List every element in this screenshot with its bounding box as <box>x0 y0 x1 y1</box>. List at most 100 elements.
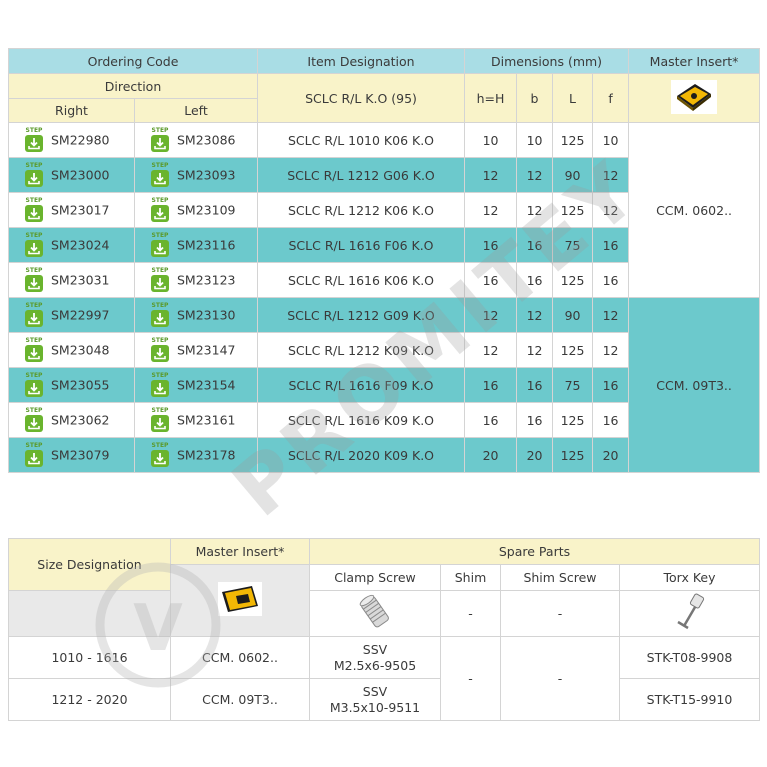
shim-header: Shim <box>440 564 501 591</box>
dim-h: 12 <box>464 332 518 368</box>
dim-f: 10 <box>592 122 630 158</box>
clamp-screw-icon <box>359 594 389 628</box>
ordering-code-right[interactable]: SM23062 <box>51 413 109 428</box>
ordering-code-right[interactable]: SM23024 <box>51 238 109 253</box>
dim-l: 125 <box>552 332 594 368</box>
ordering-code-right[interactable]: SM23000 <box>51 168 109 183</box>
dim-h: 16 <box>464 402 518 438</box>
ordering-code-right[interactable]: SM23079 <box>51 448 109 463</box>
step-label: STEP <box>151 267 169 274</box>
dim-l-header: L <box>552 73 594 123</box>
master-insert-image-cell-2 <box>170 564 310 637</box>
dim-f-header: f <box>592 73 630 123</box>
dim-h: 16 <box>464 227 518 263</box>
left-header: Left <box>133 98 259 123</box>
shim-screw-header: Shim Screw <box>500 564 620 591</box>
step-label: STEP <box>151 337 169 344</box>
step-label: STEP <box>25 337 43 344</box>
size-row-1: 1010 - 1616 <box>8 636 171 679</box>
step-download-icon[interactable]: STEP <box>23 407 45 433</box>
insert-icon <box>218 582 262 616</box>
step-download-icon[interactable]: STEP <box>149 302 171 328</box>
download-icon <box>25 380 43 397</box>
code-left-cell: STEP SM23123 <box>133 262 259 298</box>
master-insert-group: CCM. 0602.. <box>628 122 761 298</box>
torx-row-2: STK-T15-9910 <box>619 678 760 721</box>
download-icon <box>151 205 169 222</box>
size-row-2: 1212 - 2020 <box>8 678 171 721</box>
ordering-code-right[interactable]: SM22980 <box>51 133 109 148</box>
step-download-icon[interactable]: STEP <box>149 162 171 188</box>
item-designation: SCLC R/L 1616 K09 K.O <box>257 402 466 438</box>
dim-l: 125 <box>552 437 594 473</box>
code-left-cell: STEP SM23154 <box>133 367 259 403</box>
download-icon <box>151 415 169 432</box>
step-download-icon[interactable]: STEP <box>23 232 45 258</box>
step-download-icon[interactable]: STEP <box>149 267 171 293</box>
ordering-code-right[interactable]: SM23017 <box>51 203 109 218</box>
right-header: Right <box>8 98 135 123</box>
step-download-icon[interactable]: STEP <box>149 127 171 153</box>
dimensions-header: Dimensions (mm) <box>464 48 630 74</box>
download-icon <box>151 380 169 397</box>
step-label: STEP <box>25 127 43 134</box>
dim-h-header: h=H <box>464 73 518 123</box>
ordering-code-left[interactable]: SM23130 <box>177 308 235 323</box>
dim-h: 16 <box>464 262 518 298</box>
download-icon <box>151 135 169 152</box>
torx-key-icon <box>676 593 704 630</box>
dim-b: 10 <box>516 122 554 158</box>
download-icon <box>25 345 43 362</box>
step-download-icon[interactable]: STEP <box>23 127 45 153</box>
dim-b: 12 <box>516 332 554 368</box>
download-icon <box>25 450 43 467</box>
ordering-code-right[interactable]: SM23048 <box>51 343 109 358</box>
item-designation: SCLC R/L 1212 G09 K.O <box>257 297 466 333</box>
step-label: STEP <box>151 442 169 449</box>
step-download-icon[interactable]: STEP <box>149 407 171 433</box>
dim-f: 16 <box>592 262 630 298</box>
step-download-icon[interactable]: STEP <box>149 197 171 223</box>
ordering-code-left[interactable]: SM23109 <box>177 203 235 218</box>
step-download-icon[interactable]: STEP <box>23 302 45 328</box>
ordering-code-left[interactable]: SM23093 <box>177 168 235 183</box>
dim-b: 12 <box>516 157 554 193</box>
ordering-code-right[interactable]: SM23055 <box>51 378 109 393</box>
dim-b: 12 <box>516 297 554 333</box>
ordering-code-left[interactable]: SM23161 <box>177 413 235 428</box>
ordering-code-left[interactable]: SM23154 <box>177 378 235 393</box>
step-download-icon[interactable]: STEP <box>149 337 171 363</box>
step-download-icon[interactable]: STEP <box>23 267 45 293</box>
dim-b-header: b <box>516 73 554 123</box>
ordering-code-left[interactable]: SM23123 <box>177 273 235 288</box>
code-left-cell: STEP SM23178 <box>133 437 259 473</box>
step-download-icon[interactable]: STEP <box>23 337 45 363</box>
step-download-icon[interactable]: STEP <box>149 232 171 258</box>
dim-h: 12 <box>464 157 518 193</box>
step-download-icon[interactable]: STEP <box>23 197 45 223</box>
dim-f: 12 <box>592 157 630 193</box>
step-download-icon[interactable]: STEP <box>23 372 45 398</box>
code-right-cell: STEP SM22997 <box>8 297 135 333</box>
code-right-cell: STEP SM23024 <box>8 227 135 263</box>
tool-holder-table: Ordering Code Item Designation Dimension… <box>7 48 761 473</box>
step-label: STEP <box>151 372 169 379</box>
dim-b: 20 <box>516 437 554 473</box>
ordering-code-left[interactable]: SM23178 <box>177 448 235 463</box>
step-label: STEP <box>25 407 43 414</box>
dim-f: 12 <box>592 192 630 228</box>
ordering-code-left[interactable]: SM23116 <box>177 238 235 253</box>
master-insert-header-2: Master Insert* <box>170 538 310 565</box>
step-download-icon[interactable]: STEP <box>23 162 45 188</box>
step-download-icon[interactable]: STEP <box>149 372 171 398</box>
ordering-code-left[interactable]: SM23086 <box>177 133 235 148</box>
ordering-code-left[interactable]: SM23147 <box>177 343 235 358</box>
spare-parts-header: Spare Parts <box>309 538 760 565</box>
dim-h: 16 <box>464 367 518 403</box>
dim-l: 125 <box>552 122 594 158</box>
step-download-icon[interactable]: STEP <box>23 442 45 468</box>
shim-value: - <box>440 636 501 721</box>
ordering-code-right[interactable]: SM22997 <box>51 308 109 323</box>
ordering-code-right[interactable]: SM23031 <box>51 273 109 288</box>
step-download-icon[interactable]: STEP <box>149 442 171 468</box>
